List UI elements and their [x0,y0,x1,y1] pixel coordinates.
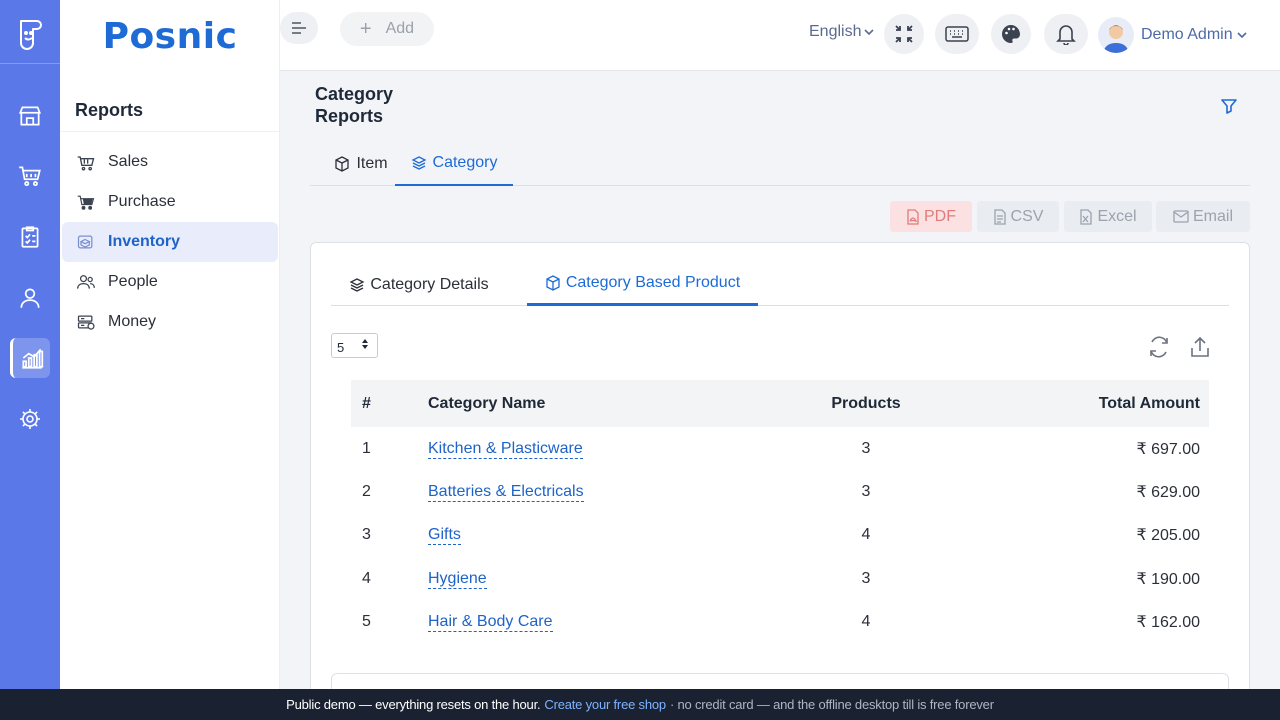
chevron-down-icon [1237,31,1247,38]
sidebar-heading: Reports [75,100,144,120]
top-header: + Add English Demo Admin [280,0,1280,71]
category-link[interactable]: Batteries & Electricals [428,483,584,503]
export-excel-button[interactable]: Excel [1064,201,1152,232]
basket-icon [75,151,97,173]
page-title: Category Reports [315,84,394,126]
icon-rail [0,0,60,690]
filter-icon[interactable] [1220,97,1238,115]
sidebar-divider [60,131,280,132]
plus-icon: + [359,18,372,40]
rail-cart[interactable] [10,156,50,196]
sort-arrows-icon [362,339,368,349]
tab-category[interactable]: Category [395,142,513,186]
inventory-icon [75,231,97,253]
rail-user[interactable] [10,278,50,318]
category-link[interactable]: Hygiene [428,569,487,589]
create-shop-link[interactable]: Create your free shop [544,697,666,712]
sidebar-item-purchase[interactable]: Purchase [62,182,278,222]
sidebar-item-label: Money [108,313,157,330]
user-menu[interactable]: Demo Admin [1098,17,1247,53]
table-row: 4 Hygiene 3 ₹ 190.00 [362,569,1200,589]
demo-banner: Public demo — everything resets on the h… [0,689,1280,720]
notifications-button[interactable] [1044,14,1088,54]
rail-settings[interactable] [10,399,50,439]
people-icon [75,271,97,293]
sidebar-item-money[interactable]: Money [62,302,278,342]
tab-category-details[interactable]: Category Details [331,263,507,306]
report-tabs: Item Category [310,142,1250,186]
table-header: # Category Name Products Total Amount [351,380,1209,427]
layers-icon [349,277,365,292]
palette-icon [1002,25,1020,43]
box-icon [335,156,350,172]
refresh-button[interactable] [1147,335,1171,359]
cart-icon [75,191,97,213]
layers-icon [411,156,426,170]
keyboard-button[interactable] [935,14,979,54]
clipboard-icon [21,226,39,248]
rail-clipboard[interactable] [10,217,50,257]
export-pdf-button[interactable]: PDF [890,201,972,232]
export-email-button[interactable]: Email [1156,201,1250,232]
export-table-button[interactable] [1189,335,1211,359]
report-card: Category Details Category Based Product … [310,242,1250,702]
category-link[interactable]: Gifts [428,526,461,546]
upload-icon [1191,336,1209,357]
add-button[interactable]: + Add [340,12,434,46]
tab-item[interactable]: Item [325,142,397,186]
sidebar-item-label: Purchase [108,193,176,210]
excel-file-icon [1080,208,1093,225]
rail-store[interactable] [10,96,50,136]
chart-icon [21,348,43,369]
store-icon [18,106,42,126]
fullscreen-button[interactable] [884,14,924,54]
bell-icon [1056,25,1076,45]
page-size-select[interactable]: 5 [331,333,378,358]
export-csv-button[interactable]: CSV [977,201,1059,232]
rail-reports[interactable] [10,338,50,378]
table-row: 3 Gifts 4 ₹ 205.00 [362,526,1200,546]
file-text-icon [993,208,1006,225]
category-link[interactable]: Hair & Body Care [428,613,553,633]
category-table: # Category Name Products Total Amount 1 … [351,380,1209,644]
sidebar-item-inventory[interactable]: Inventory [62,222,278,262]
cart-icon [19,166,41,187]
sidebar-item-label: People [108,273,158,290]
refresh-icon [1150,336,1168,358]
table-row: 2 Batteries & Electricals 3 ₹ 629.00 [362,483,1200,503]
sidebar-item-sales[interactable]: Sales [62,142,278,182]
mail-icon [1173,210,1189,223]
sidebar-item-people[interactable]: People [62,262,278,302]
avatar [1098,17,1134,53]
pdf-file-icon [907,208,919,225]
fullscreen-icon [895,25,913,43]
brand-logo[interactable]: Posnic [60,16,280,57]
user-icon [20,288,40,308]
language-select[interactable]: English [809,23,875,41]
gear-icon [20,409,40,429]
category-link[interactable]: Kitchen & Plasticware [428,439,583,459]
tab-category-based-product[interactable]: Category Based Product [527,263,758,306]
report-subtabs: Category Details Category Based Product [331,263,1229,306]
table-row: 1 Kitchen & Plasticware 3 ₹ 697.00 [362,439,1200,459]
menu-toggle-button[interactable] [280,12,318,44]
logo-icon[interactable] [0,0,60,64]
sidebar-item-label: Inventory [108,233,181,250]
money-icon [75,311,97,333]
menu-icon [292,22,306,34]
theme-button[interactable] [991,14,1031,54]
sidebar-item-label: Sales [108,153,149,170]
sidebar: Posnic Reports Sales Purchase Inventory … [60,0,280,690]
keyboard-icon [945,26,969,42]
table-row: 5 Hair & Body Care 4 ₹ 162.00 [362,613,1200,633]
chevron-down-icon [864,28,875,35]
box-icon [546,275,560,291]
